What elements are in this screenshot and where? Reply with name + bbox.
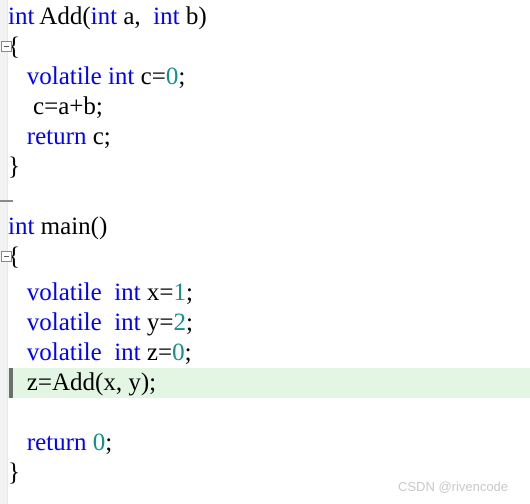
code-line[interactable]: int main()	[0, 212, 530, 242]
code-token-num: 2	[173, 309, 187, 336]
code-token-kw: volatile	[26, 63, 102, 90]
fold-end-add-function	[0, 200, 13, 202]
collapse-main-function[interactable]	[1, 251, 12, 262]
code-line-text: }	[0, 458, 20, 488]
code-token-plain: z=	[140, 339, 173, 366]
code-token-kw: int	[114, 279, 141, 306]
code-token-plain: ;	[105, 429, 113, 456]
code-line-text: volatile int y=2;	[0, 308, 193, 338]
code-token-kw: int	[114, 339, 141, 366]
code-token-plain: c;	[86, 123, 111, 150]
code-token-plain: ;	[186, 309, 193, 336]
code-token-kw: int	[8, 213, 35, 240]
code-line[interactable]: c=a+b;	[0, 92, 530, 122]
code-line[interactable]	[0, 398, 530, 428]
code-line[interactable]: z=Add(x, y);	[0, 368, 530, 398]
code-token-plain: b)	[179, 3, 207, 30]
code-line[interactable]: volatile int x=1;	[0, 278, 530, 308]
collapse-add-function[interactable]	[1, 41, 12, 52]
code-line[interactable]	[0, 182, 530, 212]
csdn-watermark: CSDN @rivencode	[398, 479, 509, 494]
code-line[interactable]: volatile int c=0;	[0, 62, 530, 92]
code-line-text: volatile int c=0;	[0, 62, 186, 92]
code-line-text: volatile int z=0;	[0, 338, 192, 368]
code-token-plain: ;	[178, 63, 186, 90]
code-token-kw: return	[26, 429, 87, 456]
code-token-plain: a,	[117, 3, 147, 30]
code-token-plain: c=a+b;	[8, 93, 103, 120]
code-token-plain: main()	[34, 213, 108, 240]
code-line-text: }	[0, 152, 20, 182]
code-line[interactable]: {	[0, 32, 530, 62]
code-line-text: c=a+b;	[0, 92, 103, 122]
code-token-num: 1	[173, 279, 187, 306]
code-token-kw: volatile	[26, 309, 102, 336]
code-token-kw: int	[146, 3, 180, 30]
code-token-num: 0	[172, 339, 185, 366]
code-line[interactable]: {	[0, 242, 530, 272]
code-token-plain: c=	[134, 63, 166, 90]
code-line[interactable]: volatile int y=2;	[0, 308, 530, 338]
code-token-num: 0	[92, 429, 106, 456]
code-token-kw: return	[26, 123, 87, 150]
code-token-kw: volatile	[26, 339, 102, 366]
code-token-kw: int	[107, 63, 135, 90]
code-line[interactable]: return c;	[0, 122, 530, 152]
code-token-plain: ;	[186, 279, 193, 306]
code-line-text: return 0;	[0, 428, 112, 458]
code-line[interactable]: }	[0, 152, 530, 182]
code-line-text: int main()	[0, 212, 107, 242]
code-token-kw: int	[90, 3, 118, 30]
code-token-plain: z=Add(x, y);	[8, 369, 157, 396]
code-editor-pane[interactable]: int Add(int a, int b){ volatile int c=0;…	[0, 0, 530, 504]
code-line-text: z=Add(x, y);	[0, 368, 156, 398]
code-line-text: int Add(int a, int b)	[0, 2, 207, 32]
code-line-text: volatile int x=1;	[0, 278, 193, 308]
code-text-area[interactable]: int Add(int a, int b){ volatile int c=0;…	[0, 0, 530, 504]
code-token-num: 0	[165, 63, 179, 90]
code-line[interactable]: return 0;	[0, 428, 530, 458]
code-token-brace: }	[8, 153, 20, 180]
code-line-text: return c;	[0, 122, 111, 152]
code-token-brace: }	[8, 459, 20, 486]
code-token-kw: int	[8, 3, 35, 30]
code-line[interactable]: volatile int z=0;	[0, 338, 530, 368]
code-token-kw: int	[114, 309, 141, 336]
code-token-plain: x=	[140, 279, 174, 306]
code-token-plain: Add(	[34, 3, 91, 30]
code-line[interactable]: int Add(int a, int b)	[0, 2, 530, 32]
code-token-kw: volatile	[26, 279, 102, 306]
code-token-plain: y=	[140, 309, 174, 336]
code-token-plain: ;	[184, 339, 192, 366]
